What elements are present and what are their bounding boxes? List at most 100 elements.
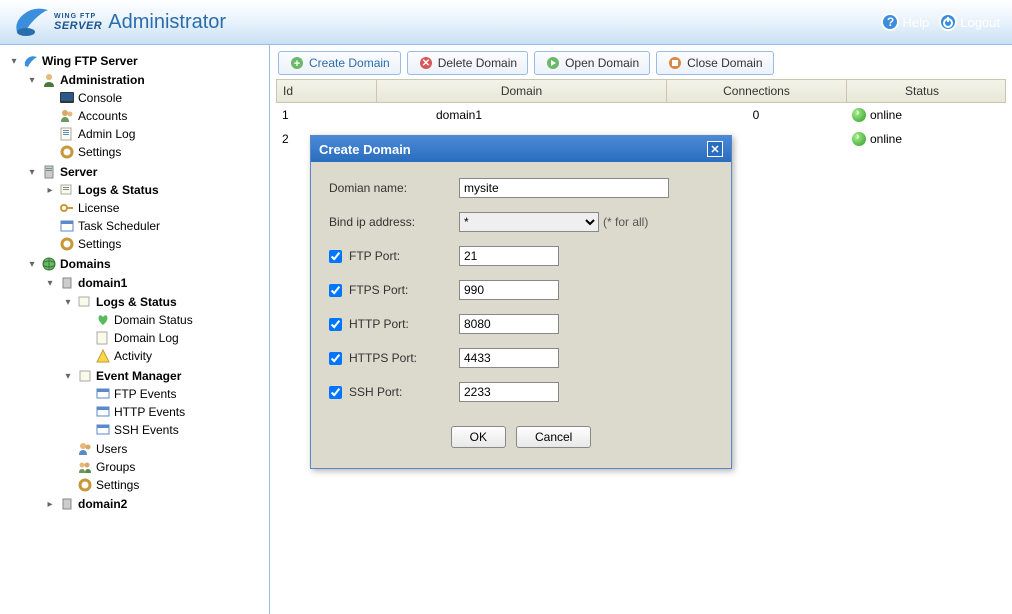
users-icon <box>77 441 93 457</box>
collapse-icon[interactable]: ▾ <box>8 55 20 67</box>
cell-connections: 0 <box>666 103 846 127</box>
tree-domains[interactable]: ▾ Domains <box>26 255 267 273</box>
table-row[interactable]: 1 domain1 0 online <box>276 103 1006 127</box>
open-domain-button[interactable]: Open Domain <box>534 51 650 75</box>
collapse-icon[interactable]: ▾ <box>62 370 74 382</box>
logout-label: Logout <box>960 15 1000 30</box>
ftp-port-label: FTP Port: <box>349 249 400 263</box>
collapse-icon[interactable]: ▾ <box>44 277 56 289</box>
tree-activity[interactable]: Activity <box>80 347 267 365</box>
tree-ssh-events[interactable]: SSH Events <box>80 421 267 439</box>
cell-status: online <box>846 103 996 127</box>
collapse-icon[interactable]: ▾ <box>62 296 74 308</box>
collapse-icon[interactable]: ▾ <box>26 74 38 86</box>
help-link[interactable]: ? Help <box>881 13 929 31</box>
logout-icon <box>939 13 957 31</box>
users-label: Users <box>96 442 127 456</box>
create-domain-label: Create Domain <box>309 56 390 70</box>
tree-accounts[interactable]: Accounts <box>44 107 267 125</box>
globe-icon <box>41 256 57 272</box>
ok-button[interactable]: OK <box>451 426 506 448</box>
ftps-port-label: FTPS Port: <box>349 283 408 297</box>
https-port-checkbox[interactable] <box>329 352 342 365</box>
http-port-label: HTTP Port: <box>349 317 409 331</box>
server-icon <box>23 53 39 69</box>
close-domain-button[interactable]: Close Domain <box>656 51 773 75</box>
tree-groups[interactable]: Groups <box>62 458 267 476</box>
tree-domain-logs-status[interactable]: ▾ Logs & Status <box>62 293 267 311</box>
bind-ip-select[interactable]: * <box>459 212 599 232</box>
expand-icon[interactable]: ▸ <box>44 498 56 510</box>
groups-icon <box>77 459 93 475</box>
tree-http-events[interactable]: HTTP Events <box>80 403 267 421</box>
activity-label: Activity <box>114 349 152 363</box>
tree-event-manager[interactable]: ▾Event Manager <box>62 367 267 385</box>
col-id-header[interactable]: Id <box>277 80 377 102</box>
cell-status: online <box>846 127 996 151</box>
tree-settings[interactable]: Settings <box>44 143 267 161</box>
create-domain-dialog: Create Domain ✕ Domian name: Bind ip add… <box>310 135 732 469</box>
ssh-port-checkbox[interactable] <box>329 386 342 399</box>
domain-log-label: Domain Log <box>114 331 179 345</box>
http-port-input[interactable] <box>459 314 559 334</box>
https-port-input[interactable] <box>459 348 559 368</box>
tree-console[interactable]: Console <box>44 89 267 107</box>
tree-domain2[interactable]: ▸domain2 <box>44 495 267 513</box>
open-domain-label: Open Domain <box>565 56 639 70</box>
logout-link[interactable]: Logout <box>939 13 1000 31</box>
logo-server-text: SERVER <box>54 20 102 32</box>
delete-icon: ✕ <box>418 55 434 71</box>
delete-domain-button[interactable]: ✕Delete Domain <box>407 51 528 75</box>
col-domain-header[interactable]: Domain <box>377 80 667 102</box>
domain-logs-status-label: Logs & Status <box>96 295 177 309</box>
tree-server-settings[interactable]: Settings <box>44 235 267 253</box>
expand-icon[interactable]: ▸ <box>44 184 56 196</box>
activity-icon <box>95 348 111 364</box>
domain-status-label: Domain Status <box>114 313 193 327</box>
server-tower-icon <box>41 164 57 180</box>
dialog-titlebar[interactable]: Create Domain ✕ <box>311 136 731 162</box>
accounts-label: Accounts <box>78 109 127 123</box>
online-icon <box>852 132 866 146</box>
toolbar: + Create Domain ✕Delete Domain Open Domai… <box>270 45 1012 77</box>
header: WING FTP SERVER Administrator ? Help Log… <box>0 0 1012 45</box>
tree-logs-status[interactable]: ▸ Logs & Status <box>44 181 267 199</box>
tree-domain1[interactable]: ▾ domain1 <box>44 274 267 292</box>
cancel-button[interactable]: Cancel <box>516 426 591 448</box>
collapse-icon[interactable]: ▾ <box>26 258 38 270</box>
log-icon <box>95 330 111 346</box>
collapse-icon[interactable]: ▾ <box>26 166 38 178</box>
create-domain-button[interactable]: + Create Domain <box>278 51 401 75</box>
tree-users[interactable]: Users <box>62 440 267 458</box>
ftp-port-checkbox[interactable] <box>329 250 342 263</box>
ssh-events-label: SSH Events <box>114 423 179 437</box>
tree-domain-settings[interactable]: Settings <box>62 476 267 494</box>
tree-ftp-events[interactable]: FTP Events <box>80 385 267 403</box>
dialog-close-button[interactable]: ✕ <box>707 141 723 157</box>
domain-name-input[interactable] <box>459 178 669 198</box>
tree-task-scheduler[interactable]: Task Scheduler <box>44 217 267 235</box>
tree-domain-status[interactable]: Domain Status <box>80 311 267 329</box>
ssh-port-input[interactable] <box>459 382 559 402</box>
https-port-label: HTTPS Port: <box>349 351 417 365</box>
ftps-port-checkbox[interactable] <box>329 284 342 297</box>
ftps-port-input[interactable] <box>459 280 559 300</box>
http-port-checkbox[interactable] <box>329 318 342 331</box>
logs-status-label: Logs & Status <box>78 183 159 197</box>
col-connections-header[interactable]: Connections <box>667 80 847 102</box>
col-status-header[interactable]: Status <box>847 80 997 102</box>
tree-domain-log[interactable]: Domain Log <box>80 329 267 347</box>
domains-label: Domains <box>60 257 111 271</box>
window-icon <box>95 386 111 402</box>
tree-root[interactable]: ▾ Wing FTP Server <box>8 52 267 70</box>
server-small-icon <box>59 496 75 512</box>
tree-administration[interactable]: ▾ Administration <box>26 71 267 89</box>
ftp-port-input[interactable] <box>459 246 559 266</box>
tree-license[interactable]: License <box>44 199 267 217</box>
console-icon <box>59 90 75 106</box>
add-icon: + <box>289 55 305 71</box>
sidebar: ▾ Wing FTP Server ▾ Administration Conso… <box>0 45 270 614</box>
tree-adminlog[interactable]: Admin Log <box>44 125 267 143</box>
tree-server[interactable]: ▾ Server <box>26 163 267 181</box>
dialog-title-text: Create Domain <box>319 142 411 157</box>
